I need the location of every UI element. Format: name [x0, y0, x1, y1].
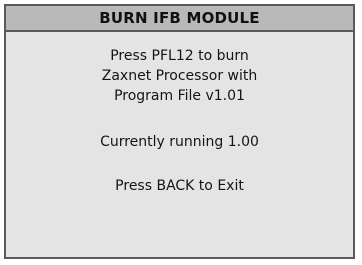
dialog-title: BURN IFB MODULE	[99, 9, 260, 27]
instruction-line-3: Program File v1.01	[114, 88, 245, 104]
current-version-status: Currently running 1.00	[100, 134, 259, 150]
instruction-line-1: Press PFL12 to burn	[110, 48, 249, 64]
burn-instructions: Press PFL12 to burn Zaxnet Processor wit…	[6, 46, 353, 106]
instruction-line-2: Zaxnet Processor with	[101, 68, 258, 84]
exit-hint: Press BACK to Exit	[115, 178, 244, 194]
dialog-title-bar: BURN IFB MODULE	[6, 6, 353, 32]
burn-ifb-dialog: BURN IFB MODULE Press PFL12 to burn Zaxn…	[4, 4, 355, 259]
